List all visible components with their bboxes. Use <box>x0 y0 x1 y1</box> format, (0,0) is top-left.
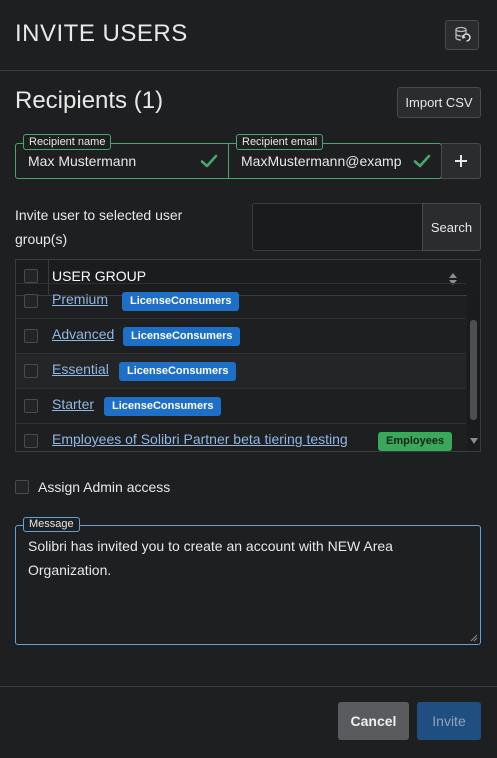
message-label: Message <box>23 517 80 532</box>
group-badge: LicenseConsumers <box>123 327 241 346</box>
recipients-title: Recipients (1) <box>15 87 164 114</box>
assign-admin-checkbox[interactable] <box>15 480 29 494</box>
refresh-button[interactable] <box>445 20 479 50</box>
recipient-email-label: Recipient email <box>236 134 324 150</box>
table-row[interactable]: Employees of Solibri Partner beta tierin… <box>16 423 466 451</box>
group-badge: Employees <box>378 432 453 451</box>
row-checkbox[interactable] <box>24 399 38 413</box>
row-checkbox[interactable] <box>24 329 38 343</box>
recipient-email-value[interactable]: MaxMustermann@examp <box>241 153 406 169</box>
group-badge: LicenseConsumers <box>119 362 237 381</box>
row-checkbox[interactable] <box>24 434 38 448</box>
dialog-title: INVITE USERS <box>15 20 188 47</box>
group-link[interactable]: Advanced <box>52 326 114 342</box>
search-button[interactable]: Search <box>422 203 481 251</box>
dialog-header: INVITE USERS <box>0 0 497 71</box>
import-csv-button[interactable]: Import CSV <box>397 87 481 118</box>
check-icon <box>413 154 431 168</box>
row-checkbox[interactable] <box>24 364 38 378</box>
message-textarea[interactable]: Message Solibri has invited you to creat… <box>15 517 481 645</box>
row-checkbox[interactable] <box>24 294 38 308</box>
recipient-email-field[interactable]: Recipient email MaxMustermann@examp <box>228 134 442 179</box>
message-text[interactable]: Solibri has invited you to create an acc… <box>28 534 468 582</box>
group-badge: LicenseConsumers <box>104 397 222 416</box>
user-group-label: Invite user to selected user group(s) <box>15 207 183 247</box>
refresh-database-icon <box>455 26 471 42</box>
group-search-input[interactable] <box>252 203 424 251</box>
scroll-down-arrow-icon[interactable] <box>470 437 478 445</box>
footer-divider <box>0 686 497 687</box>
scroll-thumb[interactable] <box>470 320 477 420</box>
group-link[interactable]: Premium <box>52 291 108 307</box>
invite-button[interactable]: Invite <box>417 702 481 740</box>
assign-admin-label[interactable]: Assign Admin access <box>38 479 170 495</box>
add-recipient-button[interactable] <box>441 143 481 179</box>
select-all-checkbox[interactable] <box>24 269 38 283</box>
group-badge: LicenseConsumers <box>122 292 240 311</box>
recipient-name-field[interactable]: Recipient name Max Mustermann <box>15 134 229 179</box>
recipient-name-value[interactable]: Max Mustermann <box>28 153 193 169</box>
resize-handle-icon[interactable] <box>470 634 478 642</box>
table-row[interactable]: Premium LicenseConsumers <box>16 283 466 318</box>
table-row[interactable]: Starter LicenseConsumers <box>16 388 466 423</box>
column-header-user-group[interactable]: USER GROUP <box>52 268 146 284</box>
group-link[interactable]: Essential <box>52 361 109 377</box>
user-group-table: USER GROUP Premium LicenseConsumers Adva… <box>15 259 481 452</box>
check-icon <box>200 154 218 168</box>
table-row[interactable]: Advanced LicenseConsumers <box>16 318 466 353</box>
plus-icon <box>455 155 467 167</box>
recipient-name-label: Recipient name <box>23 134 112 150</box>
group-link[interactable]: Starter <box>52 396 94 412</box>
cancel-button[interactable]: Cancel <box>338 702 409 740</box>
table-scrollbar[interactable] <box>467 295 480 451</box>
table-row[interactable]: Essential LicenseConsumers <box>16 353 466 388</box>
group-link[interactable]: Employees of Solibri Partner beta tierin… <box>52 431 348 447</box>
